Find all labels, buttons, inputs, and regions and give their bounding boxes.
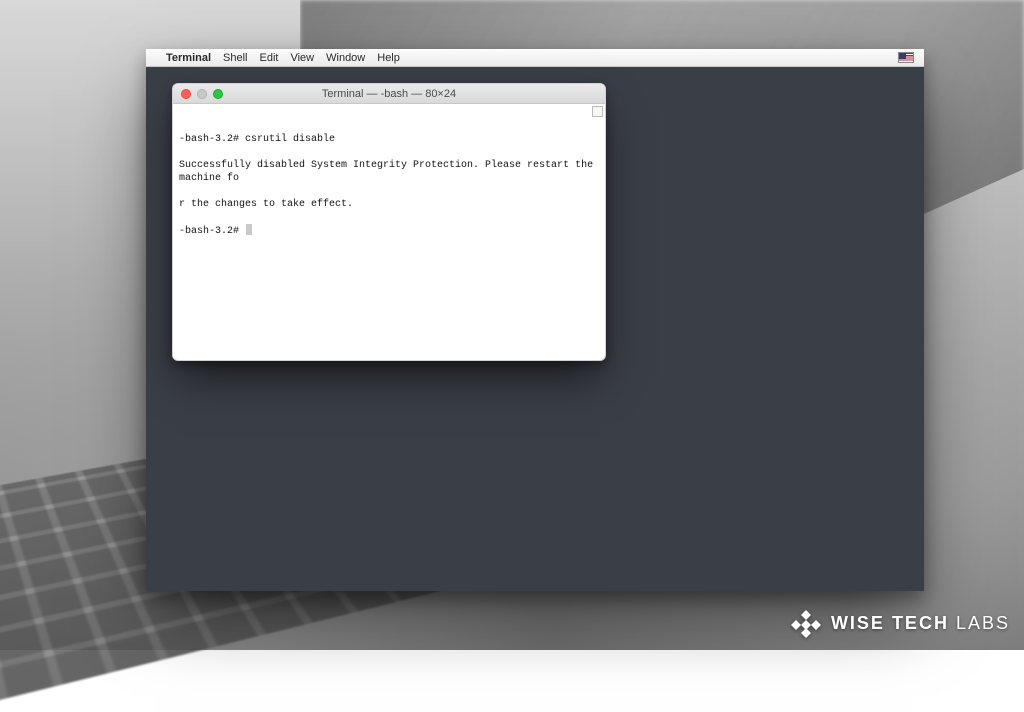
terminal-titlebar[interactable]: Terminal — -bash — 80×24 — [173, 84, 605, 104]
watermark-primary: WISE TECH — [831, 613, 949, 633]
scroll-indicator-icon — [592, 106, 603, 117]
watermark: WISE TECH LABS — [791, 608, 1010, 638]
watermark-logo-icon — [791, 608, 821, 638]
menu-shell[interactable]: Shell — [223, 52, 247, 64]
terminal-cursor — [246, 224, 252, 235]
watermark-text: WISE TECH LABS — [831, 613, 1010, 634]
macos-desktop: Terminal Shell Edit View Window Help Ter… — [146, 49, 924, 591]
terminal-title: Terminal — -bash — 80×24 — [173, 88, 605, 100]
minimize-button[interactable] — [197, 89, 207, 99]
terminal-content[interactable]: -bash-3.2# csrutil disable Successfully … — [173, 104, 605, 360]
terminal-line: -bash-3.2# csrutil disable — [179, 134, 335, 145]
input-source-flag-icon[interactable] — [898, 52, 914, 63]
menu-window[interactable]: Window — [326, 52, 365, 64]
terminal-line: -bash-3.2# — [179, 226, 245, 237]
window-controls — [173, 89, 223, 99]
terminal-line: r the changes to take effect. — [179, 199, 353, 210]
menu-edit[interactable]: Edit — [260, 52, 279, 64]
menu-bar: Terminal Shell Edit View Window Help — [146, 49, 924, 67]
close-button[interactable] — [181, 89, 191, 99]
menu-view[interactable]: View — [290, 52, 314, 64]
terminal-line: Successfully disabled System Integrity P… — [179, 160, 599, 184]
menubar-app-name[interactable]: Terminal — [166, 52, 211, 64]
menu-help[interactable]: Help — [377, 52, 400, 64]
zoom-button[interactable] — [213, 89, 223, 99]
watermark-secondary: LABS — [956, 613, 1010, 633]
terminal-window: Terminal — -bash — 80×24 -bash-3.2# csru… — [172, 83, 606, 361]
